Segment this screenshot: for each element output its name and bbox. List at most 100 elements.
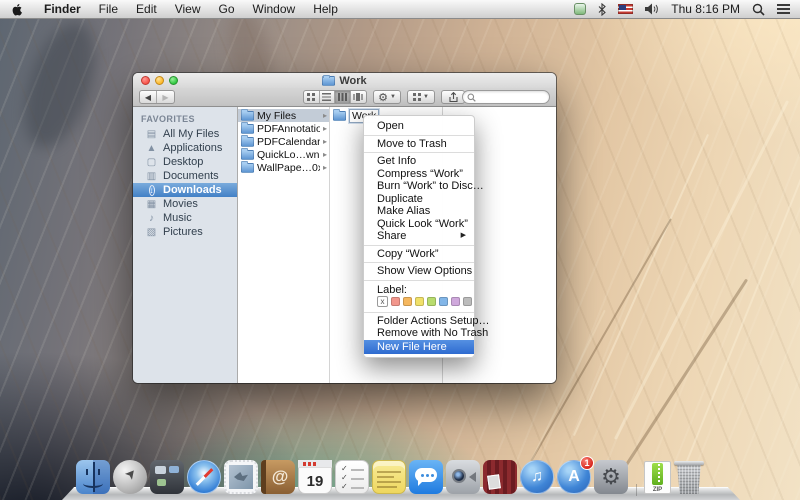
arrange-button[interactable]: ▼	[407, 90, 435, 104]
sidebar-item-movies[interactable]: ▦ Movies	[133, 197, 237, 211]
sidebar-item-music[interactable]: ♪ Music	[133, 211, 237, 225]
sidebar-item-documents[interactable]: ▥ Documents	[133, 169, 237, 183]
spotlight-icon[interactable]	[752, 3, 765, 16]
view-mode-segmented-control	[303, 90, 367, 104]
chevron-down-icon: ▼	[423, 94, 429, 100]
dock-app-store-icon[interactable]: A 1	[557, 460, 591, 494]
label-clear-swatch[interactable]: x	[377, 296, 388, 307]
label-swatch-yellow[interactable]	[415, 297, 424, 306]
column-view-button[interactable]	[335, 91, 351, 103]
calendar-day: 19	[298, 469, 332, 494]
sidebar-item-all-my-files[interactable]: ▤ All My Files	[133, 127, 237, 141]
label-swatch-red[interactable]	[391, 297, 400, 306]
context-menu-item-get-info[interactable]: Get Info	[364, 155, 474, 168]
back-button[interactable]: ◀	[140, 91, 157, 103]
dock-contacts-icon[interactable]: @	[261, 460, 295, 494]
context-menu-item-remove-no-trash[interactable]: Remove with No Trash	[364, 327, 474, 340]
menu-item-label: Remove with No Trash	[377, 327, 488, 340]
context-menu-item-new-file-here[interactable]: New File Here	[364, 340, 474, 354]
dock-system-preferences-icon[interactable]: ⚙	[594, 460, 628, 494]
file-row-quicklook-downloader[interactable]: QuickLo…wnloader ▸	[238, 148, 329, 161]
file-row-my-files[interactable]: My Files ▸	[238, 109, 329, 122]
label-swatch-blue[interactable]	[439, 297, 448, 306]
menu-separator	[364, 245, 474, 246]
coverflow-view-button[interactable]	[351, 91, 366, 103]
dock-photo-booth-icon[interactable]	[483, 460, 517, 494]
disclosure-arrow-icon: ▸	[323, 111, 327, 120]
dock-launchpad-icon[interactable]	[113, 460, 147, 494]
disclosure-arrow-icon: ▸	[323, 124, 327, 133]
search-input[interactable]	[462, 90, 550, 104]
bluetooth-icon[interactable]	[598, 3, 606, 16]
close-button[interactable]	[141, 76, 150, 85]
dock-reminders-icon[interactable]: ✓✓✓	[335, 460, 369, 494]
label-swatch-green[interactable]	[427, 297, 436, 306]
sidebar-item-label: Documents	[163, 170, 219, 182]
window-titlebar[interactable]: Work	[133, 73, 556, 88]
menu-separator	[364, 135, 474, 136]
minimize-button[interactable]	[155, 76, 164, 85]
sidebar-item-pictures[interactable]: ▧ Pictures	[133, 225, 237, 239]
context-menu-item-make-alias[interactable]: Make Alias	[364, 205, 474, 218]
context-menu-item-folder-actions[interactable]: Folder Actions Setup…	[364, 315, 474, 328]
context-menu-item-move-to-trash[interactable]: Move to Trash	[364, 138, 474, 151]
dock-mail-icon[interactable]	[224, 460, 258, 494]
apple-menu[interactable]	[10, 2, 23, 17]
notification-center-icon[interactable]	[777, 4, 790, 14]
action-gear-button[interactable]: ⚙ ▼	[373, 90, 401, 104]
sidebar-item-label: Music	[163, 212, 192, 224]
dock-zip-archive-icon[interactable]: ZIP	[644, 461, 671, 494]
context-menu-item-open[interactable]: Open	[364, 120, 474, 133]
volume-icon[interactable]	[645, 3, 659, 15]
dock-calendar-icon[interactable]: 19	[298, 460, 332, 494]
label-swatch-gray[interactable]	[463, 297, 472, 306]
context-menu-item-share[interactable]: Share ▶	[364, 230, 474, 243]
context-menu-item-duplicate[interactable]: Duplicate	[364, 193, 474, 206]
desktop-icon: ▢	[145, 157, 158, 168]
file-row-wallpaper[interactable]: WallPape…0x1440 ▸	[238, 161, 329, 174]
menu-separator	[364, 280, 474, 281]
context-menu-item-show-view-options[interactable]: Show View Options	[364, 265, 474, 278]
speech-bubble-icon	[415, 468, 437, 482]
dock-itunes-icon[interactable]: ♫	[520, 460, 554, 494]
zoom-button[interactable]	[169, 76, 178, 85]
dock-safari-icon[interactable]	[187, 460, 221, 494]
dock-facetime-icon[interactable]	[446, 460, 480, 494]
menu-item-window[interactable]: Window	[244, 2, 305, 16]
menu-item-edit[interactable]: Edit	[127, 2, 166, 16]
menu-item-label: Open	[377, 120, 404, 133]
dock-notes-icon[interactable]	[372, 460, 406, 494]
dock-finder-icon[interactable]	[76, 460, 110, 494]
menu-item-help[interactable]: Help	[304, 2, 347, 16]
sidebar-item-applications[interactable]: ▲ Applications	[133, 141, 237, 155]
label-caption: Label:	[364, 283, 474, 295]
menu-bar-clock[interactable]: Thu 8:16 PM	[671, 2, 740, 16]
menu-item-file[interactable]: File	[90, 2, 127, 16]
dock-trash-icon[interactable]	[674, 460, 704, 494]
list-view-button[interactable]	[320, 91, 336, 103]
label-swatch-orange[interactable]	[403, 297, 412, 306]
label-swatch-purple[interactable]	[451, 297, 460, 306]
sidebar-item-desktop[interactable]: ▢ Desktop	[133, 155, 237, 169]
input-language-flag-icon[interactable]	[618, 4, 633, 14]
menu-item-label: Share	[377, 230, 406, 243]
context-menu-item-quick-look[interactable]: Quick Look “Work”	[364, 218, 474, 231]
sidebar: FAVORITES ▤ All My Files ▲ Applications …	[133, 107, 238, 383]
menu-item-finder[interactable]: Finder	[35, 2, 90, 16]
share-icon	[448, 92, 459, 103]
context-menu-item-burn[interactable]: Burn “Work” to Disc…	[364, 180, 474, 193]
file-name: PDFCalendar	[257, 136, 320, 148]
file-row-pdfannotationeditor[interactable]: PDFAnnotationEditor ▸	[238, 122, 329, 135]
menu-item-go[interactable]: Go	[210, 2, 244, 16]
arrange-icon	[413, 93, 421, 101]
context-menu-item-compress[interactable]: Compress “Work”	[364, 168, 474, 181]
forward-button[interactable]: ▶	[157, 91, 174, 103]
dock-mission-control-icon[interactable]	[150, 460, 184, 494]
menu-item-view[interactable]: View	[166, 2, 210, 16]
sidebar-item-downloads[interactable]: ↓ Downloads	[133, 183, 237, 197]
file-row-pdfcalendar[interactable]: PDFCalendar ▸	[238, 135, 329, 148]
menu-extra-app-icon[interactable]	[574, 3, 586, 15]
icon-view-button[interactable]	[304, 91, 320, 103]
context-menu-item-copy[interactable]: Copy “Work”	[364, 248, 474, 261]
dock-messages-icon[interactable]	[409, 460, 443, 494]
